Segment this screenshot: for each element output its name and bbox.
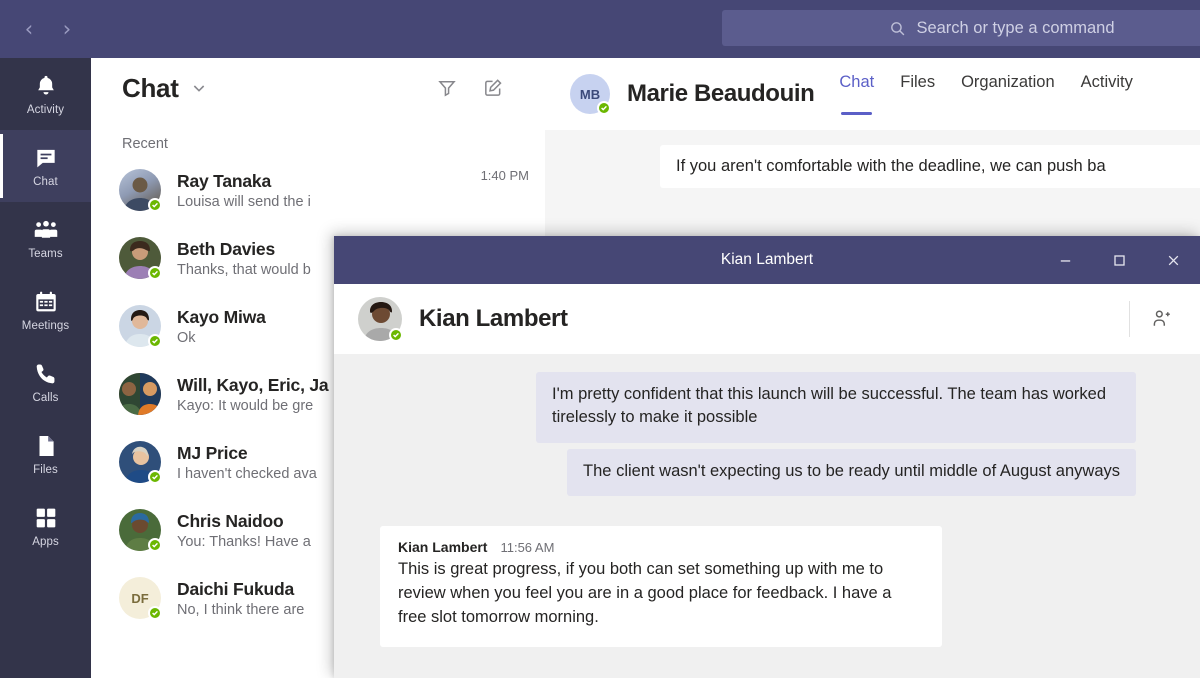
chevron-left-icon[interactable]: ‹ bbox=[18, 18, 40, 40]
close-button[interactable] bbox=[1146, 236, 1200, 284]
chevron-right-icon[interactable]: › bbox=[56, 18, 78, 40]
message-bubble: The client wasn't expecting us to be rea… bbox=[567, 448, 1136, 497]
conversation-title: Marie Beaudouin bbox=[627, 80, 815, 107]
navigation-arrows: ‹ › bbox=[18, 18, 78, 40]
avatar: MB bbox=[570, 74, 611, 115]
bell-icon bbox=[37, 75, 54, 95]
message-row-outgoing: I'm pretty confident that this launch wi… bbox=[334, 372, 1200, 449]
rail-label-teams: Teams bbox=[28, 247, 63, 260]
chat-list-item-text: Ray Tanaka Louisa will send the i bbox=[177, 171, 481, 210]
presence-available-badge bbox=[148, 266, 162, 280]
filter-icon[interactable] bbox=[437, 78, 457, 98]
presence-available-badge bbox=[148, 470, 162, 484]
chat-list-item-name: Ray Tanaka bbox=[177, 170, 271, 191]
title-bar: ‹ › Search or type a command bbox=[0, 0, 1200, 58]
chat-list-header: Chat bbox=[91, 58, 545, 118]
rail-item-activity[interactable]: Activity bbox=[0, 58, 91, 130]
message-author: Kian Lambert bbox=[398, 539, 488, 556]
minimize-icon bbox=[1060, 259, 1070, 262]
rail-label-chat: Chat bbox=[33, 175, 58, 188]
avatar bbox=[119, 509, 162, 552]
rail-label-activity: Activity bbox=[26, 103, 65, 116]
search-icon bbox=[891, 21, 905, 35]
chat-list-section-label: Recent bbox=[122, 136, 168, 152]
conversation-tabs: Chat Files Organization Activity bbox=[839, 58, 1133, 130]
chat-list-item-time: 1:40 PM bbox=[480, 168, 529, 183]
rail-label-meetings: Meetings bbox=[21, 319, 70, 332]
app-rail: Activity Chat Teams Meetings Calls Files… bbox=[0, 58, 91, 678]
phone-icon bbox=[36, 363, 54, 383]
presence-available-badge bbox=[148, 334, 162, 348]
tab-activity[interactable]: Activity bbox=[1081, 58, 1133, 130]
teams-app-window: ‹ › Search or type a command Activity Ch… bbox=[0, 0, 1200, 678]
calendar-icon bbox=[35, 291, 56, 311]
avatar bbox=[119, 441, 162, 484]
presence-available-badge bbox=[597, 101, 611, 115]
compose-new-chat-icon[interactable] bbox=[483, 78, 503, 98]
popup-conversation-header: Kian Lambert bbox=[334, 284, 1200, 354]
tab-chat[interactable]: Chat bbox=[839, 58, 874, 130]
rail-item-files[interactable]: Files bbox=[0, 418, 91, 490]
avatar-group-photo bbox=[119, 373, 161, 415]
rail-label-calls: Calls bbox=[32, 391, 59, 404]
presence-available-badge bbox=[148, 538, 162, 552]
rail-item-chat[interactable]: Chat bbox=[0, 130, 91, 202]
close-icon bbox=[1168, 255, 1178, 265]
popout-chat-window: Kian Lambert Kian Lambert I'm pretty con… bbox=[334, 236, 1200, 678]
avatar bbox=[119, 305, 162, 348]
avatar bbox=[358, 297, 403, 342]
chat-list-actions bbox=[437, 78, 545, 98]
tab-files[interactable]: Files bbox=[900, 58, 935, 130]
message-card-incoming: Kian Lambert 11:56 AM This is great prog… bbox=[380, 526, 942, 648]
rail-label-files: Files bbox=[33, 463, 58, 476]
minimize-button[interactable] bbox=[1038, 236, 1092, 284]
popup-title-bar[interactable]: Kian Lambert bbox=[334, 236, 1200, 284]
chat-list-item-preview: Louisa will send the i bbox=[177, 193, 311, 210]
rail-item-teams[interactable]: Teams bbox=[0, 202, 91, 274]
rail-label-apps: Apps bbox=[32, 535, 59, 548]
tab-organization[interactable]: Organization bbox=[961, 58, 1055, 130]
avatar: DF bbox=[119, 577, 162, 620]
chat-list-item-0[interactable]: Ray Tanaka Louisa will send the i 1:40 P… bbox=[91, 156, 545, 224]
document-icon bbox=[39, 435, 54, 456]
message-row-outgoing: The client wasn't expecting us to be rea… bbox=[334, 448, 1200, 502]
conversation-header: MB Marie Beaudouin Chat Files Organizati… bbox=[545, 58, 1200, 130]
message-meta: Kian Lambert 11:56 AM bbox=[398, 539, 924, 555]
window-controls bbox=[1038, 236, 1200, 284]
maximize-button[interactable] bbox=[1092, 236, 1146, 284]
presence-available-badge bbox=[148, 198, 162, 212]
presence-available-badge bbox=[148, 606, 162, 620]
page-title: Chat bbox=[122, 72, 179, 103]
popup-conversation-title: Kian Lambert bbox=[419, 305, 568, 332]
conversation-message: If you aren't comfortable with the deadl… bbox=[660, 145, 1200, 188]
search-placeholder: Search or type a command bbox=[916, 18, 1115, 37]
grid-icon bbox=[36, 508, 55, 527]
chevron-down-icon[interactable] bbox=[191, 80, 207, 96]
message-bubble: I'm pretty confident that this launch wi… bbox=[536, 372, 1136, 443]
avatar bbox=[119, 373, 161, 415]
chat-bubble-icon bbox=[36, 149, 55, 167]
popup-message-list[interactable]: I'm pretty confident that this launch wi… bbox=[334, 354, 1200, 678]
popup-header-actions bbox=[1129, 301, 1200, 337]
message-text: This is great progress, if you both can … bbox=[398, 560, 892, 627]
rail-item-meetings[interactable]: Meetings bbox=[0, 274, 91, 346]
presence-available-badge bbox=[389, 328, 403, 342]
rail-item-apps[interactable]: Apps bbox=[0, 490, 91, 562]
message-timestamp: 11:56 AM bbox=[500, 540, 555, 556]
search-input[interactable]: Search or type a command bbox=[722, 10, 1200, 46]
avatar bbox=[119, 169, 162, 212]
people-icon bbox=[34, 220, 57, 238]
add-people-icon[interactable] bbox=[1152, 308, 1174, 330]
avatar bbox=[119, 237, 162, 280]
maximize-icon bbox=[1113, 254, 1125, 266]
rail-item-calls[interactable]: Calls bbox=[0, 346, 91, 418]
